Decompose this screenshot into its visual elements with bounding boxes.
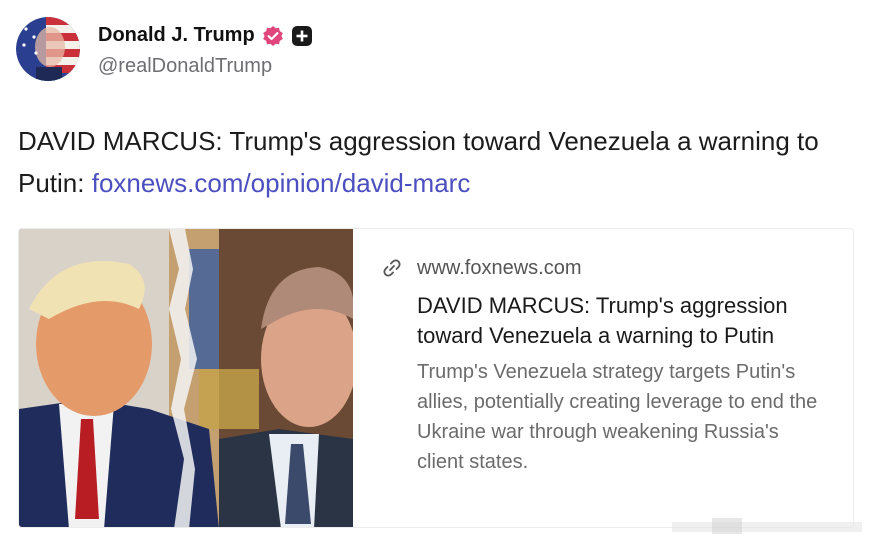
link-chain-icon <box>381 257 403 279</box>
display-name[interactable]: Donald J. Trump <box>98 24 255 47</box>
link-preview-image <box>19 229 353 527</box>
link-preview-card[interactable]: www.foxnews.com DAVID MARCUS: Trump's ag… <box>18 228 854 528</box>
link-title[interactable]: DAVID MARCUS: Trump's aggression toward … <box>417 291 821 351</box>
link-domain-row: www.foxnews.com <box>381 253 821 283</box>
avatar[interactable] <box>16 17 80 81</box>
watermark-icon <box>672 518 862 534</box>
plus-badge-icon <box>291 25 312 46</box>
link-description: Trump's Venezuela strategy targets Putin… <box>417 361 818 473</box>
link-preview-body: www.foxnews.com DAVID MARCUS: Trump's ag… <box>381 253 821 477</box>
post-header: Donald J. Trump @realDonaldTrump <box>16 16 312 82</box>
verified-badge-icon <box>262 25 284 47</box>
trump-putin-photo-icon <box>19 229 353 527</box>
truth-social-post: Donald J. Trump @realDonaldTrump DAVID M… <box>0 0 876 548</box>
post-link[interactable]: foxnews.com/opinion/david-marc <box>92 168 471 198</box>
author-names: Donald J. Trump @realDonaldTrump <box>98 21 312 78</box>
link-domain: www.foxnews.com <box>417 256 582 279</box>
avatar-image-icon <box>16 17 80 81</box>
name-row: Donald J. Trump <box>98 21 312 51</box>
post-text: DAVID MARCUS: Trump's aggression toward … <box>18 120 863 204</box>
author-handle[interactable]: @realDonaldTrump <box>98 55 312 78</box>
